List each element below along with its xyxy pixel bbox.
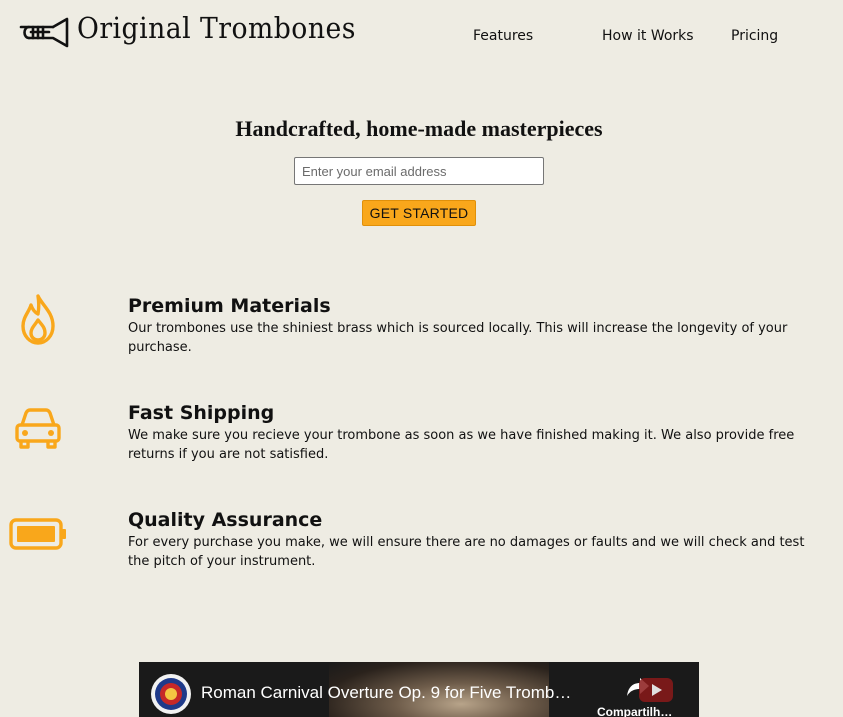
- hero-title: Handcrafted, home-made masterpieces: [235, 116, 603, 141]
- trombone-icon: [19, 17, 69, 48]
- play-button-icon[interactable]: [631, 662, 699, 710]
- channel-logo-icon: [155, 678, 187, 710]
- get-started-button[interactable]: GET STARTED: [362, 200, 476, 226]
- battery-full-icon: [9, 518, 66, 550]
- feature-description: We make sure you recieve your trombone a…: [128, 428, 795, 462]
- nav-link-features[interactable]: Features: [473, 28, 533, 44]
- feature-title: Fast Shipping: [128, 402, 275, 424]
- page: Original Trombones Features How it Works…: [0, 0, 843, 717]
- feature-title: Premium Materials: [128, 295, 331, 317]
- email-input[interactable]: [294, 157, 544, 185]
- share-label[interactable]: Compartilh…: [597, 705, 672, 717]
- feature-title: Quality Assurance: [128, 509, 323, 531]
- channel-avatar[interactable]: [151, 674, 191, 714]
- fire-icon: [21, 294, 55, 345]
- video-title[interactable]: Roman Carnival Overture Op. 9 for Five T…: [201, 683, 571, 703]
- brand-name[interactable]: Original Trombones: [77, 11, 356, 45]
- feature-description: Our trombones use the shiniest brass whi…: [128, 321, 788, 355]
- car-icon: [15, 408, 61, 449]
- video-embed[interactable]: Roman Carnival Overture Op. 9 for Five T…: [139, 662, 699, 717]
- nav-link-how-it-works[interactable]: How it Works: [602, 28, 694, 44]
- feature-description: For every purchase you make, we will ens…: [128, 535, 805, 569]
- nav-link-pricing[interactable]: Pricing: [731, 28, 778, 44]
